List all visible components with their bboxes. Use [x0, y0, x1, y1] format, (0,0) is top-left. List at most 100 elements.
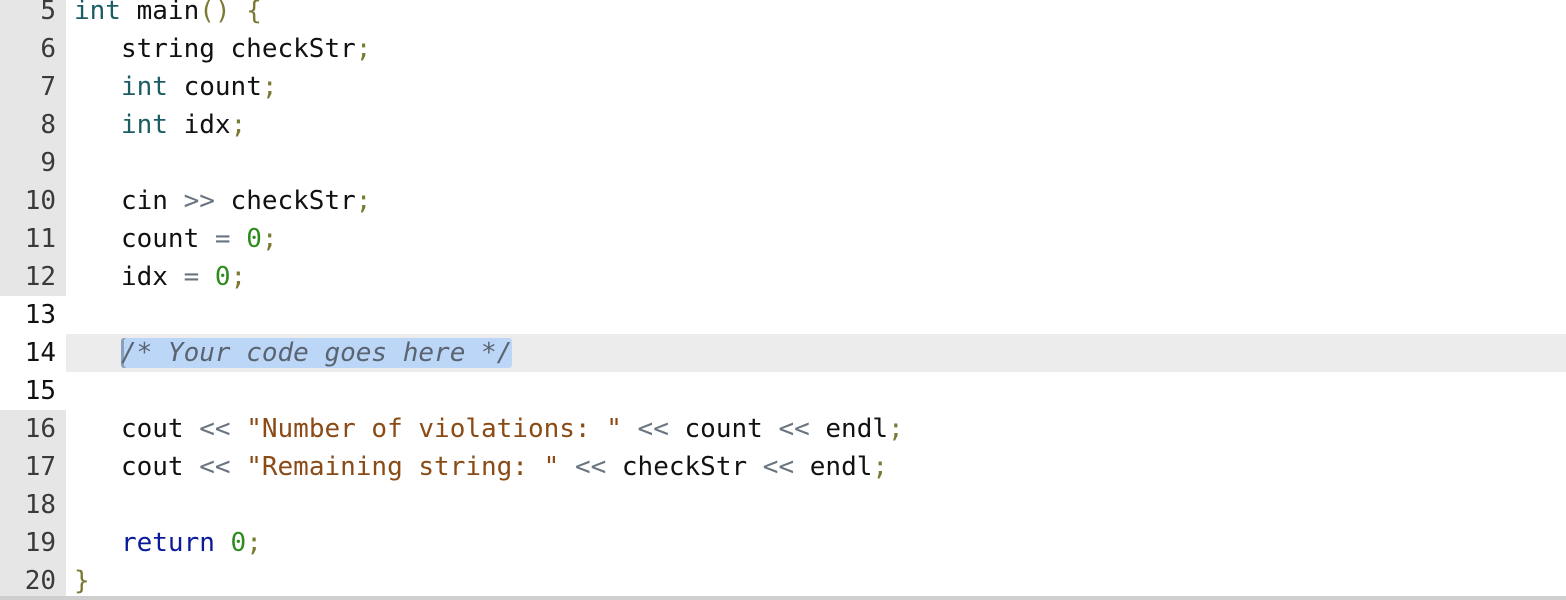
identifier-token: endl — [794, 452, 873, 482]
punctuation-token: ; — [246, 528, 262, 558]
code-line: 8 int idx; — [0, 106, 1566, 144]
code-line[interactable]: 15 — [0, 372, 1566, 410]
identifier-token: idx — [74, 262, 184, 292]
identifier-token: count — [74, 224, 215, 254]
operator-token: = — [214, 224, 231, 254]
code-content: int main() { — [66, 0, 1566, 30]
line-number: 13 — [0, 296, 66, 334]
operator-token: >> — [183, 186, 215, 216]
number-literal-token: 0 — [246, 224, 262, 254]
code-line: 20} — [0, 562, 1566, 600]
identifier-token: count — [668, 414, 779, 444]
identifier-token — [74, 72, 121, 102]
punctuation-token: ; — [261, 72, 278, 102]
code-line-active[interactable]: 14 /* Your code goes here */ — [0, 334, 1566, 372]
identifier-token: endl — [809, 414, 889, 444]
punctuation-token: () — [199, 0, 231, 26]
punctuation-token: ; — [872, 452, 889, 482]
line-number: 6 — [0, 30, 66, 68]
line-number: 7 — [0, 68, 66, 106]
return-keyword-token: return — [120, 528, 215, 558]
code-content: } — [66, 562, 1566, 600]
punctuation-token: ; — [261, 224, 278, 254]
identifier-token — [559, 452, 575, 482]
code-content: cin >> checkStr; — [66, 182, 1566, 220]
punctuation-token: } — [74, 566, 90, 596]
code-line: 10 cin >> checkStr; — [0, 182, 1566, 220]
code-line: 16 cout << "Number of violations: " << c… — [0, 410, 1566, 448]
identifier-token — [215, 528, 231, 558]
keyword-token: int — [120, 72, 168, 102]
code-line[interactable]: 13 — [0, 296, 1566, 334]
identifier-token: checkStr — [606, 452, 763, 482]
identifier-token: idx — [167, 110, 231, 140]
punctuation-token: ; — [230, 110, 247, 140]
identifier-token — [622, 414, 638, 444]
code-content: idx = 0; — [66, 258, 1566, 296]
code-line: 9 — [0, 144, 1566, 182]
identifier-token — [74, 338, 121, 368]
identifier-token: cout — [74, 414, 200, 444]
line-number: 15 — [0, 372, 66, 410]
code-line: 17 cout << "Remaining string: " << check… — [0, 448, 1566, 486]
line-number: 5 — [0, 0, 66, 30]
line-number: 20 — [0, 562, 66, 600]
line-number: 12 — [0, 258, 66, 296]
line-number: 14 — [0, 334, 66, 372]
punctuation-token: ; — [888, 414, 904, 444]
code-content: cout << "Number of violations: " << coun… — [66, 410, 1566, 448]
line-number: 16 — [0, 410, 66, 448]
line-number: 9 — [0, 144, 66, 182]
code-content: int idx; — [66, 106, 1566, 144]
code-editor[interactable]: 5 int main() {6 string checkStr; 7 int cou… — [0, 0, 1566, 600]
operator-token: << — [574, 452, 607, 482]
line-number: 8 — [0, 106, 66, 144]
horizontal-scrollbar[interactable] — [0, 596, 1566, 600]
punctuation-token: ; — [355, 186, 372, 216]
code-line: 5 int main() { — [0, 0, 1566, 30]
operator-token: << — [199, 414, 231, 444]
code-line: 7 int count; — [0, 68, 1566, 106]
code-line: 11 count = 0; — [0, 220, 1566, 258]
line-number: 18 — [0, 486, 66, 524]
string-literal-token: "Number of violations: " — [246, 414, 622, 444]
code-content: string checkStr; — [66, 30, 1566, 68]
code-content: cout << "Remaining string: " << checkStr… — [66, 448, 1566, 486]
identifier-token — [199, 262, 215, 292]
operator-token: << — [778, 414, 810, 444]
line-number: 19 — [0, 524, 66, 562]
code-content: return 0; — [66, 524, 1566, 562]
code-content — [66, 144, 1566, 182]
code-content: count = 0; — [66, 220, 1566, 258]
code-content: int count; — [66, 68, 1566, 106]
code-line: 12 idx = 0; — [0, 258, 1566, 296]
identifier-token — [74, 110, 121, 140]
identifier-token: cin — [74, 186, 184, 216]
identifier-token — [74, 528, 121, 558]
code-content[interactable] — [66, 296, 1566, 334]
code-content[interactable] — [66, 372, 1566, 410]
code-line: 6 string checkStr; — [0, 30, 1566, 68]
operator-token: << — [199, 452, 231, 482]
code-content[interactable]: /* Your code goes here */ — [66, 334, 1566, 372]
string-literal-token: "Remaining string: " — [246, 452, 560, 482]
operator-token: << — [637, 414, 669, 444]
code-content — [66, 486, 1566, 524]
operator-token: = — [183, 262, 200, 292]
identifier-token — [231, 452, 247, 482]
identifier-token: cout — [74, 452, 200, 482]
identifier-token: checkStr — [214, 186, 356, 216]
line-number: 17 — [0, 448, 66, 486]
keyword-token: int — [120, 110, 168, 140]
number-literal-token: 0 — [230, 528, 247, 558]
identifier-token: string checkStr — [74, 34, 356, 64]
code-line: 18 — [0, 486, 1566, 524]
identifier-token — [231, 414, 247, 444]
punctuation-token: ; — [355, 34, 372, 64]
identifier-token — [231, 224, 247, 254]
comment-token: /* Your code goes here */ — [120, 338, 513, 368]
operator-token: << — [762, 452, 795, 482]
code-line: 19 return 0; — [0, 524, 1566, 562]
identifier-token: count — [167, 72, 262, 102]
number-literal-token: 0 — [214, 262, 231, 292]
